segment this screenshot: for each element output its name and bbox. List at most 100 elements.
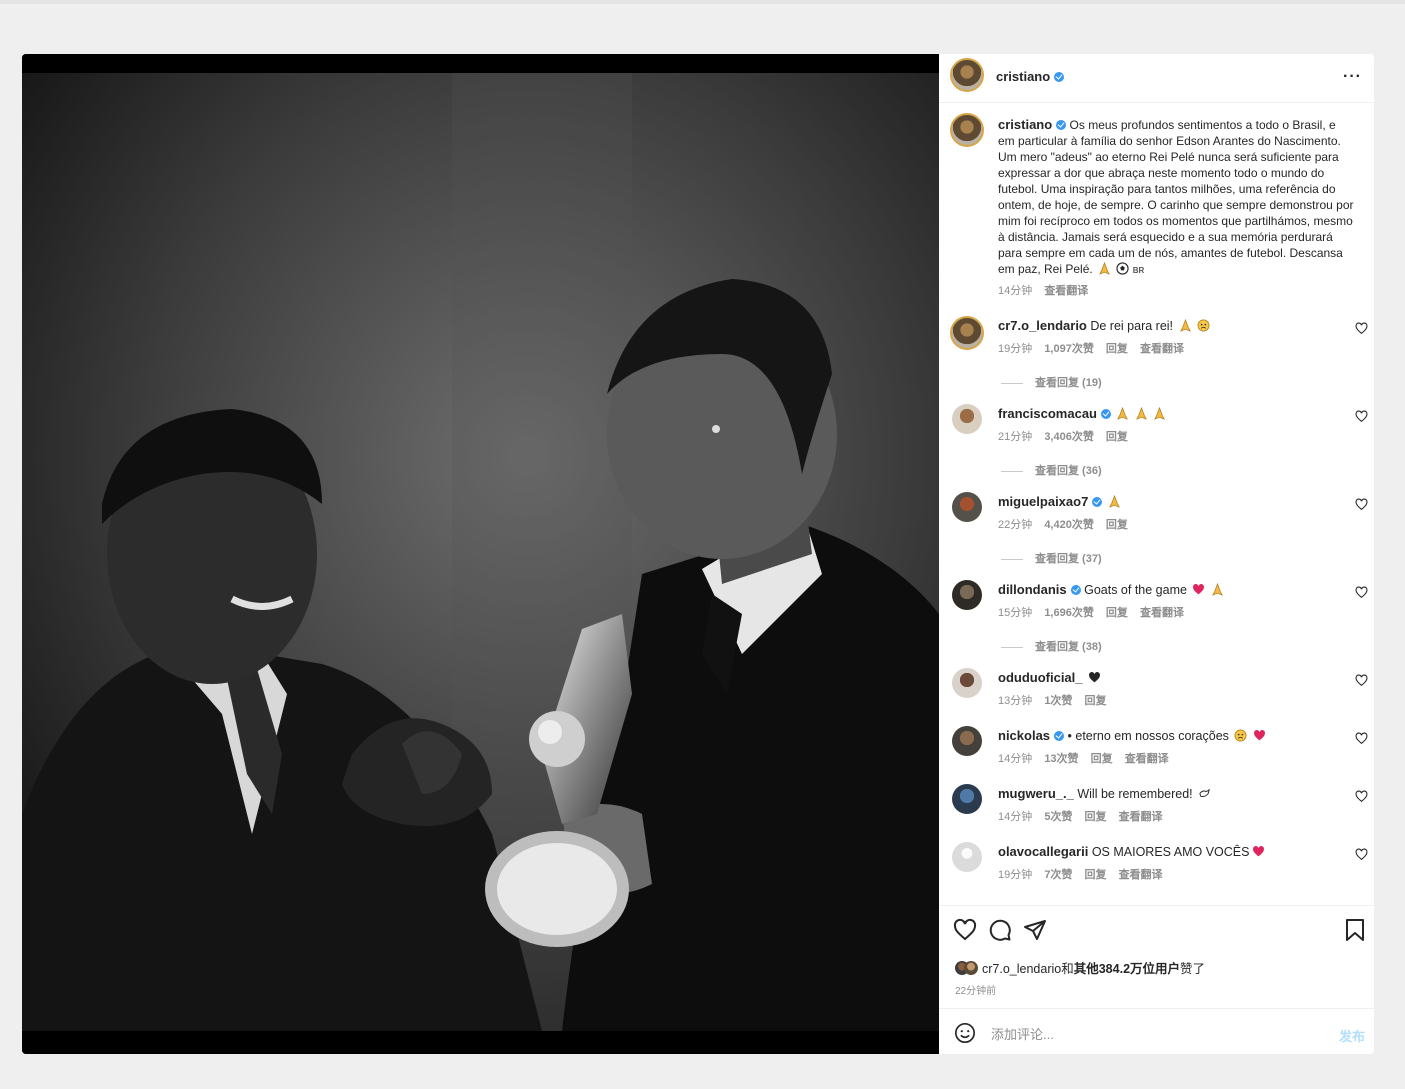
comment-username[interactable]: dillondanis bbox=[998, 582, 1067, 597]
comments-list[interactable]: cristiano Os meus profundos sentimentos … bbox=[939, 103, 1374, 903]
red-heart-icon bbox=[1253, 730, 1265, 741]
post-photo[interactable] bbox=[22, 54, 939, 1054]
commenter-avatar[interactable] bbox=[952, 580, 982, 610]
comment-text: Will be remembered! bbox=[1077, 787, 1193, 801]
view-replies-button[interactable]: 查看回复 (36) bbox=[1001, 462, 1102, 478]
comment-see-translation[interactable]: 查看翻译 bbox=[1125, 753, 1169, 765]
comment-like-count[interactable]: 1次赞 bbox=[1044, 695, 1072, 707]
comment-like-count[interactable]: 1,696次赞 bbox=[1044, 607, 1094, 619]
verified-icon bbox=[1054, 72, 1065, 82]
comment-username[interactable]: oduduoficial_ bbox=[998, 670, 1083, 685]
comment-like-heart-icon[interactable] bbox=[1355, 674, 1368, 687]
comment-like-heart-icon[interactable] bbox=[1355, 732, 1368, 745]
commenter-avatar[interactable] bbox=[952, 668, 982, 698]
caption-username[interactable]: cristiano bbox=[998, 117, 1052, 132]
comment-username[interactable]: cr7.o_lendario bbox=[998, 318, 1087, 333]
commenter-avatar[interactable] bbox=[950, 316, 984, 350]
comment-like-heart-icon[interactable] bbox=[1355, 790, 1368, 803]
likes-others-count[interactable]: 其他384.2万位用户 bbox=[1074, 962, 1180, 976]
folded-hands-icon bbox=[1136, 407, 1147, 420]
comment-like-count[interactable]: 4,420次赞 bbox=[1044, 519, 1094, 531]
author-username[interactable]: cristiano bbox=[996, 69, 1050, 84]
commenter-avatar[interactable] bbox=[952, 784, 982, 814]
comment-reply-button[interactable]: 回复 bbox=[1106, 607, 1128, 619]
comment-text-line: nickolas • eterno em nossos corações bbox=[998, 728, 1328, 744]
like-heart-icon[interactable] bbox=[953, 918, 977, 942]
comment-username[interactable]: olavocallegarii bbox=[998, 844, 1088, 859]
comment-reply-button[interactable]: 回复 bbox=[1091, 753, 1113, 765]
emoji-smiley-icon[interactable] bbox=[954, 1022, 976, 1044]
caption-author-avatar[interactable] bbox=[950, 113, 984, 147]
likes-connector: 和 bbox=[1061, 962, 1074, 976]
comment-like-count[interactable]: 13次赞 bbox=[1044, 753, 1078, 765]
comment-bubble-icon[interactable] bbox=[988, 918, 1012, 942]
post-actions: cr7.o_lendario和其他384.2万位用户赞了 22分钟前 发布 bbox=[939, 905, 1374, 1054]
more-options-icon[interactable]: ··· bbox=[1343, 68, 1362, 86]
caption-see-translation[interactable]: 查看翻译 bbox=[1044, 285, 1088, 297]
commenter-avatar[interactable] bbox=[952, 492, 982, 522]
folded-hands-icon bbox=[1099, 262, 1110, 275]
comment-meta: 21分钟 3,406次赞 回复 bbox=[998, 428, 1137, 444]
comment-meta: 14分钟 13次赞 回复 查看翻译 bbox=[998, 750, 1178, 766]
comment-see-translation[interactable]: 查看翻译 bbox=[1140, 607, 1184, 619]
comment-like-count[interactable]: 5次赞 bbox=[1044, 811, 1072, 823]
black-heart-icon bbox=[1089, 672, 1100, 683]
comment-reply-button[interactable]: 回复 bbox=[1106, 431, 1128, 443]
commenter-avatar[interactable] bbox=[952, 404, 982, 434]
caption-text: Os meus profundos sentimentos a todo o B… bbox=[998, 118, 1354, 276]
verified-icon bbox=[1092, 497, 1103, 507]
post-comment-button[interactable]: 发布 bbox=[1339, 1026, 1365, 1045]
comment-text: Goats of the game bbox=[1084, 583, 1187, 597]
comment-see-translation[interactable]: 查看翻译 bbox=[1119, 811, 1163, 823]
comment-username[interactable]: miguelpaixao7 bbox=[998, 494, 1088, 509]
comment-meta: 19分钟 1,097次赞 回复 查看翻译 bbox=[998, 340, 1193, 356]
save-bookmark-icon[interactable] bbox=[1344, 918, 1366, 942]
liker-username[interactable]: cr7.o_lendario bbox=[982, 962, 1061, 976]
verified-icon bbox=[1056, 120, 1067, 130]
comment-reply-button[interactable]: 回复 bbox=[1106, 343, 1128, 355]
post-dialog: cristiano ··· cristiano Os meus profundo… bbox=[22, 54, 1374, 1054]
folded-hands-icon bbox=[1108, 495, 1120, 508]
comment-like-count[interactable]: 7次赞 bbox=[1044, 869, 1072, 881]
comment-time: 15分钟 bbox=[998, 607, 1033, 619]
comment-see-translation[interactable]: 查看翻译 bbox=[1140, 343, 1184, 355]
comment-username[interactable]: nickolas bbox=[998, 728, 1050, 743]
commenter-avatar[interactable] bbox=[952, 726, 982, 756]
comment-reply-button[interactable]: 回复 bbox=[1085, 811, 1107, 823]
add-comment-input[interactable] bbox=[989, 1023, 1313, 1045]
comment-like-count[interactable]: 1,097次赞 bbox=[1044, 343, 1094, 355]
comment-like-heart-icon[interactable] bbox=[1355, 848, 1368, 861]
view-replies-button[interactable]: 查看回复 (19) bbox=[1001, 374, 1102, 390]
comment-meta: 14分钟 5次赞 回复 查看翻译 bbox=[998, 808, 1172, 824]
comment-like-heart-icon[interactable] bbox=[1355, 498, 1368, 511]
view-replies-button[interactable]: 查看回复 (37) bbox=[1001, 550, 1102, 566]
view-replies-button[interactable]: 查看回复 (38) bbox=[1001, 638, 1102, 654]
author-avatar[interactable] bbox=[950, 58, 984, 92]
caption-time: 14分钟 bbox=[998, 285, 1033, 297]
comment-text: • eterno em nossos corações bbox=[1067, 729, 1229, 743]
photo-illustration bbox=[22, 54, 939, 1054]
likes-summary: cr7.o_lendario和其他384.2万位用户赞了 bbox=[955, 958, 1205, 977]
comment-like-heart-icon[interactable] bbox=[1355, 410, 1368, 423]
soccer-ball-icon bbox=[1116, 262, 1130, 275]
comment-username[interactable]: mugweru_._ bbox=[998, 786, 1074, 801]
comment-reply-button[interactable]: 回复 bbox=[1085, 869, 1107, 881]
comment-reply-button[interactable]: 回复 bbox=[1085, 695, 1107, 707]
comment-reply-button[interactable]: 回复 bbox=[1106, 519, 1128, 531]
comment-text-line: dillondanis Goats of the game bbox=[998, 582, 1328, 598]
post-time-ago: 22分钟前 bbox=[955, 986, 997, 997]
comment-see-translation[interactable]: 查看翻译 bbox=[1119, 869, 1163, 881]
commenter-avatar[interactable] bbox=[952, 842, 982, 872]
comment-time: 22分钟 bbox=[998, 519, 1033, 531]
comment-username[interactable]: franciscomacau bbox=[998, 406, 1097, 421]
comment-meta: 22分钟 4,420次赞 回复 bbox=[998, 516, 1137, 532]
comment-like-heart-icon[interactable] bbox=[1355, 322, 1368, 335]
comment-time: 19分钟 bbox=[998, 343, 1033, 355]
comment-like-count[interactable]: 3,406次赞 bbox=[1044, 431, 1094, 443]
author-name-row: cristiano bbox=[996, 68, 1065, 86]
post-header: cristiano ··· bbox=[939, 54, 1374, 103]
verified-icon bbox=[1054, 731, 1065, 741]
comment-like-heart-icon[interactable] bbox=[1355, 586, 1368, 599]
liker-avatar[interactable] bbox=[964, 961, 978, 975]
share-paper-plane-icon[interactable] bbox=[1023, 918, 1047, 942]
